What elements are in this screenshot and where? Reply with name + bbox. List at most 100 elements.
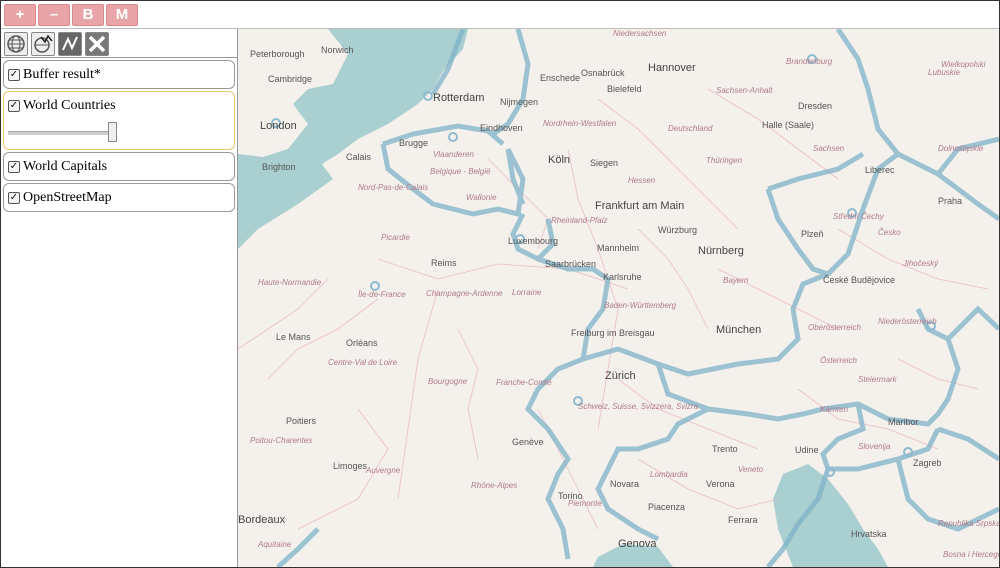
draw-line-icon[interactable] bbox=[58, 32, 82, 56]
city-label: London bbox=[260, 120, 297, 132]
city-label: Liberec bbox=[865, 165, 895, 175]
region-label: Lubuskie bbox=[928, 68, 961, 77]
city-label: Calais bbox=[346, 152, 372, 162]
region-label: Poitou-Charentes bbox=[250, 436, 312, 445]
region-label: Aquitaine bbox=[257, 540, 292, 549]
city-label: Trento bbox=[712, 444, 738, 454]
opacity-slider-handle[interactable] bbox=[108, 122, 117, 142]
region-label: Rhône-Alpes bbox=[471, 481, 517, 490]
region-label: Rheinland-Pfalz bbox=[551, 216, 607, 225]
opacity-slider-track[interactable] bbox=[8, 131, 116, 135]
city-label: Genève bbox=[512, 437, 544, 447]
city-label: Halle (Saale) bbox=[762, 120, 814, 130]
region-label: Republika Srpska bbox=[938, 519, 999, 528]
region-label: Slovenija bbox=[858, 442, 891, 451]
city-label: Karlsruhe bbox=[603, 272, 642, 282]
layer-sidebar: ✓ Buffer result* ✓ World Countries ✓ Wor… bbox=[1, 29, 238, 567]
layer-checkbox[interactable]: ✓ bbox=[8, 192, 20, 204]
top-toolbar: + – B M bbox=[1, 1, 999, 29]
close-icon bbox=[88, 35, 106, 53]
city-label: Zürich bbox=[605, 370, 636, 382]
region-label: Bayern bbox=[723, 276, 749, 285]
map-canvas[interactable]: Peterborough Norwich Cambridge London Br… bbox=[238, 29, 999, 567]
toolbar-divider bbox=[1, 57, 237, 58]
region-label: Lombardia bbox=[650, 470, 688, 479]
city-label: Brighton bbox=[262, 162, 296, 172]
region-label: Oberösterreich bbox=[808, 323, 861, 332]
layer-world-countries[interactable]: ✓ World Countries bbox=[3, 91, 235, 150]
city-label: Mannheim bbox=[597, 243, 639, 253]
layer-openstreetmap[interactable]: ✓ OpenStreetMap bbox=[3, 183, 235, 212]
layer-buffer-result[interactable]: ✓ Buffer result* bbox=[3, 60, 235, 89]
select-polygon-icon[interactable] bbox=[31, 32, 55, 56]
city-label: Luxembourg bbox=[508, 236, 558, 246]
city-label: Piacenza bbox=[648, 502, 685, 512]
region-label: Wielkopolski bbox=[941, 60, 986, 69]
m-button[interactable]: M bbox=[106, 4, 138, 26]
region-label: Île-de-France bbox=[358, 290, 406, 299]
region-label: Jihočeský bbox=[902, 259, 939, 268]
b-button[interactable]: B bbox=[72, 4, 104, 26]
city-label: München bbox=[716, 324, 761, 336]
region-label: Haute-Normandie bbox=[258, 278, 322, 287]
region-label: Picardie bbox=[381, 233, 410, 242]
region-label: Brandenburg bbox=[786, 57, 833, 66]
city-label: Praha bbox=[938, 196, 962, 206]
city-label: Köln bbox=[548, 154, 570, 166]
city-label: Reims bbox=[431, 258, 457, 268]
region-label: Nord-Pas-de-Calais bbox=[358, 183, 428, 192]
region-label: Deutschland bbox=[668, 124, 713, 133]
city-label: Verona bbox=[706, 479, 735, 489]
region-label: Česko bbox=[878, 228, 901, 237]
city-label: Genova bbox=[618, 538, 657, 550]
globe-polygon-icon bbox=[34, 34, 53, 53]
zoom-out-button[interactable]: – bbox=[38, 4, 70, 26]
region-label: Belgique - België bbox=[430, 167, 491, 176]
region-label: Lorraine bbox=[512, 288, 542, 297]
region-label: Sachsen bbox=[813, 144, 845, 153]
clear-selection-icon[interactable] bbox=[85, 32, 109, 56]
region-label: Champagne-Ardenne bbox=[426, 289, 503, 298]
region-label: Vlaanderen bbox=[433, 150, 474, 159]
select-features-icon[interactable] bbox=[4, 32, 28, 56]
city-label: Hannover bbox=[648, 62, 696, 74]
region-label: Franche-Comté bbox=[496, 378, 552, 387]
city-label: Bielefeld bbox=[607, 84, 642, 94]
layer-world-capitals[interactable]: ✓ World Capitals bbox=[3, 152, 235, 181]
layer-checkbox[interactable]: ✓ bbox=[8, 161, 20, 173]
region-label: Bosna i Hercegovina bbox=[943, 550, 999, 559]
city-label: Cambridge bbox=[268, 74, 312, 84]
city-label: Limoges bbox=[333, 461, 368, 471]
city-label: Osnabrück bbox=[581, 68, 625, 78]
layer-checkbox[interactable]: ✓ bbox=[8, 100, 20, 112]
city-label: Eindhoven bbox=[480, 123, 523, 133]
city-label: Siegen bbox=[590, 158, 618, 168]
region-label: Wallonie bbox=[466, 193, 497, 202]
region-label: Auvergne bbox=[365, 466, 401, 475]
region-label: Bourgogne bbox=[428, 377, 468, 386]
city-label: Nürnberg bbox=[698, 245, 744, 257]
region-label: Centre-Val de Loire bbox=[328, 358, 398, 367]
city-label: Saarbrücken bbox=[545, 259, 596, 269]
region-label: Sachsen-Anhalt bbox=[716, 86, 773, 95]
city-label: Hrvatska bbox=[851, 529, 887, 539]
city-label: Maribor bbox=[888, 417, 919, 427]
city-label: Le Mans bbox=[276, 332, 311, 342]
city-label: Freiburg im Breisgau bbox=[571, 328, 655, 338]
city-label: Brugge bbox=[399, 138, 428, 148]
region-label: Baden-Württemberg bbox=[604, 301, 677, 310]
region-label: Thüringen bbox=[706, 156, 743, 165]
city-label: Enschede bbox=[540, 73, 580, 83]
city-label: České Budějovice bbox=[823, 275, 895, 285]
layer-checkbox[interactable]: ✓ bbox=[8, 69, 20, 81]
map-view[interactable]: Peterborough Norwich Cambridge London Br… bbox=[238, 29, 999, 567]
city-label: Udine bbox=[795, 445, 819, 455]
city-label: Peterborough bbox=[250, 49, 305, 59]
region-label: Dolnośląskie bbox=[938, 144, 984, 153]
city-label: Norwich bbox=[321, 45, 354, 55]
city-label: Plzeň bbox=[801, 229, 824, 239]
city-label: Dresden bbox=[798, 101, 832, 111]
zoom-in-button[interactable]: + bbox=[4, 4, 36, 26]
city-label: Zagreb bbox=[913, 458, 942, 468]
layer-name: OpenStreetMap bbox=[23, 190, 112, 205]
